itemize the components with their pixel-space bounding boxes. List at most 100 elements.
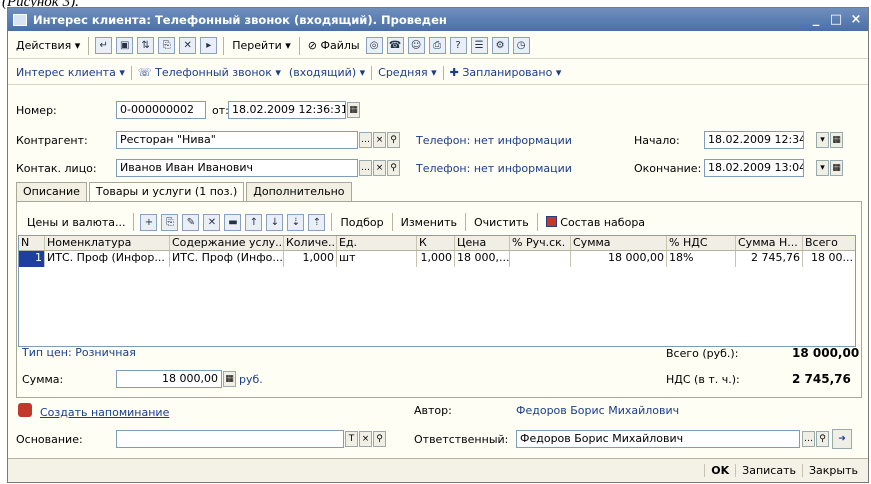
date-label: от: <box>212 104 229 117</box>
window-icon <box>13 13 27 26</box>
clock-icon[interactable]: ◷ <box>512 37 530 54</box>
contact-clear-icon[interactable]: × <box>373 160 386 176</box>
contact-label: Контак. лицо: <box>16 162 97 175</box>
files-button[interactable]: ⊘ Файлы <box>304 39 364 52</box>
responsible-field[interactable]: Федоров Борис Михайлович <box>516 430 800 448</box>
list-icon[interactable]: ☰ <box>470 37 488 54</box>
clear-button[interactable]: Очистить <box>470 216 533 229</box>
contractor-field[interactable]: Ресторан "Нива" <box>116 131 358 149</box>
contact-field[interactable]: Иванов Иван Иванович <box>116 159 358 177</box>
table-row[interactable]: 1 ИТС. Проф (Инфор... ИТС. Проф (Инфо...… <box>19 251 855 267</box>
change-button[interactable]: Изменить <box>397 216 461 229</box>
copy-icon[interactable]: ⎘ <box>158 37 176 54</box>
author-label: Автор: <box>414 404 452 417</box>
calculator-icon[interactable]: ▦ <box>223 371 236 387</box>
window-title: Интерес клиента: Телефонный звонок (вход… <box>33 12 447 27</box>
tab-goods[interactable]: Товары и услуги (1 поз.) <box>88 182 245 202</box>
goods-table[interactable]: N Номенклатура Содержание услу... Количе… <box>18 235 856 347</box>
start-calendar-icon[interactable]: ▦ <box>830 132 843 148</box>
end-calendar-icon[interactable]: ▦ <box>830 160 843 176</box>
start-dropdown-icon[interactable]: ▾ <box>816 132 829 148</box>
save-button[interactable]: Записать <box>735 464 802 477</box>
close-button[interactable]: Закрыть <box>802 464 864 477</box>
prices-button[interactable]: Цены и валюта... <box>23 216 129 229</box>
actions-menu[interactable]: Действия ▾ <box>12 39 84 52</box>
sum-label: Сумма: <box>22 373 64 386</box>
type-icon[interactable]: T <box>345 431 358 447</box>
end-dropdown-icon[interactable]: ▾ <box>816 160 829 176</box>
assign-user-icon[interactable]: ➜ <box>832 429 852 449</box>
goto-menu[interactable]: Перейти ▾ <box>228 39 295 52</box>
start-field[interactable]: 18.02.2009 12:34 <box>704 131 804 149</box>
tab-description[interactable]: Описание <box>16 182 87 202</box>
basis-open-icon[interactable]: ⚲ <box>373 431 386 447</box>
pick-button[interactable]: Подбор <box>336 216 387 229</box>
edit-row-icon[interactable]: ✎ <box>182 213 200 231</box>
goods-toolbar: Цены и валюта... + ⎘ ✎ ✕ ▬ ↑ ↓ ⇣ ⇡ Подбо… <box>17 212 861 232</box>
delete-row-icon[interactable]: ✕ <box>203 213 221 231</box>
end-edit-icon[interactable]: ▬ <box>224 213 242 231</box>
select-button-icon[interactable]: … <box>359 132 372 148</box>
add-row-icon[interactable]: + <box>140 213 158 231</box>
post-icon[interactable]: ↵ <box>95 37 113 54</box>
end-field[interactable]: 18.02.2009 13:04 <box>704 159 804 177</box>
people-icon[interactable]: ☺ <box>407 37 425 54</box>
sort-desc-icon[interactable]: ⇡ <box>308 213 326 231</box>
minimize-icon[interactable]: _ <box>808 12 824 27</box>
responsible-open-icon[interactable]: ⚲ <box>816 431 829 447</box>
date-field[interactable]: 18.02.2009 12:36:31 <box>228 101 346 119</box>
help-icon[interactable]: ? <box>449 37 467 54</box>
sort-asc-icon[interactable]: ⇣ <box>287 213 305 231</box>
call-menu[interactable]: ☏ Телефонный звонок ▾ <box>134 66 285 79</box>
vat-label: НДС (в т. ч.): <box>666 373 740 386</box>
move-up-icon[interactable]: ↑ <box>245 213 263 231</box>
author-value[interactable]: Федоров Борис Михайлович <box>516 404 679 417</box>
camera-icon[interactable]: ◎ <box>365 37 383 54</box>
status-bar: OK Записать Закрыть <box>8 458 868 482</box>
ok-button[interactable]: OK <box>704 464 735 477</box>
delete-icon[interactable]: ✕ <box>179 37 197 54</box>
main-toolbar: Действия ▾ ↵ ▣ ⇅ ⎘ ✕ ▸ Перейти ▾ ⊘ Файлы… <box>8 33 868 59</box>
basis-label: Основание: <box>16 433 83 446</box>
contact-phone-link[interactable]: Телефон: нет информации <box>416 162 572 175</box>
settings-icon[interactable]: ⚙ <box>491 37 509 54</box>
document-window: Интерес клиента: Телефонный звонок (вход… <box>7 7 869 483</box>
currency-link[interactable]: руб. <box>239 373 263 386</box>
price-type-link[interactable]: Тип цен: Розничная <box>22 346 136 359</box>
incoming-menu[interactable]: (входящий) ▾ <box>285 66 369 79</box>
vat-value: 2 745,76 <box>792 372 851 386</box>
end-label: Окончание: <box>634 162 702 175</box>
document-menu: Интерес клиента ▾ ☏ Телефонный звонок ▾ … <box>8 61 868 85</box>
contractor-label: Контрагент: <box>16 134 88 147</box>
open-icon[interactable]: ⚲ <box>387 132 400 148</box>
table-header: N Номенклатура Содержание услу... Количе… <box>19 236 855 251</box>
close-icon[interactable]: × <box>848 12 864 27</box>
reminder-icon[interactable] <box>18 403 32 417</box>
maximize-icon[interactable]: □ <box>828 12 844 27</box>
total-label: Всего (руб.): <box>666 347 739 360</box>
create-reminder-link[interactable]: Создать напоминание <box>40 406 169 419</box>
responsible-select-icon[interactable]: … <box>802 431 815 447</box>
state-menu[interactable]: ✚ Запланировано ▾ <box>446 66 566 79</box>
priority-menu[interactable]: Средняя ▾ <box>374 66 441 79</box>
basis-field[interactable] <box>116 430 344 448</box>
calendar-icon[interactable]: ▦ <box>347 102 360 118</box>
structure-icon[interactable]: ⇅ <box>137 37 155 54</box>
clear-icon[interactable]: × <box>373 132 386 148</box>
number-field[interactable]: 0-000000002 <box>116 101 206 119</box>
sum-field[interactable]: 18 000,00 <box>116 370 222 388</box>
view-icon[interactable]: ▣ <box>116 37 134 54</box>
basis-clear-icon[interactable]: × <box>359 431 372 447</box>
contact-select-icon[interactable]: … <box>359 160 372 176</box>
enter-based-icon[interactable]: ▸ <box>200 37 218 54</box>
number-label: Номер: <box>16 104 57 117</box>
move-down-icon[interactable]: ↓ <box>266 213 284 231</box>
contact-open-icon[interactable]: ⚲ <box>387 160 400 176</box>
kit-button[interactable]: Состав набора <box>542 215 649 229</box>
phone-icon[interactable]: ☎ <box>386 37 404 54</box>
copy-row-icon[interactable]: ⎘ <box>161 213 179 231</box>
tab-additional[interactable]: Дополнительно <box>246 182 352 202</box>
contractor-phone-link[interactable]: Телефон: нет информации <box>416 134 572 147</box>
interest-menu[interactable]: Интерес клиента ▾ <box>12 66 129 79</box>
print-icon[interactable]: ⎙ <box>428 37 446 54</box>
